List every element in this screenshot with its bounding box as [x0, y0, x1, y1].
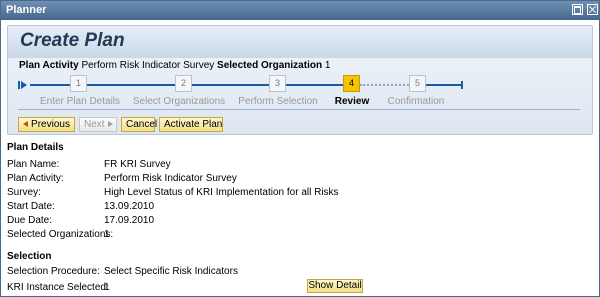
cancel-button[interactable]: Cancel — [121, 117, 157, 132]
plan-name-value: FR KRI Survey — [104, 159, 171, 170]
start-date-label: Start Date: — [7, 201, 55, 212]
roadmap: 1 2 3 4 5 Enter Plan Details Select Orga… — [8, 72, 592, 107]
next-button: Next — [79, 117, 117, 132]
wizard-panel: Create Plan Plan Activity Perform Risk I… — [7, 25, 593, 135]
activity-line: Plan Activity Perform Risk Indicator Sur… — [19, 60, 330, 71]
roadmap-line — [192, 84, 269, 86]
roadmap-label-confirmation: Confirmation — [387, 96, 445, 107]
roadmap-step-2[interactable]: 2 — [175, 75, 192, 92]
roadmap-step-4[interactable]: 4 — [343, 75, 360, 92]
window-title: Planner — [6, 4, 47, 16]
header-band: Create Plan — [8, 26, 592, 58]
plan-activity-label: Plan Activity — [19, 60, 79, 71]
planner-window: Planner Create Plan Plan Activity Perfor… — [0, 0, 600, 297]
roadmap-step-1[interactable]: 1 — [70, 75, 87, 92]
roadmap-label-perform-selection[interactable]: Perform Selection — [238, 96, 317, 107]
plan-details-heading: Plan Details — [7, 142, 64, 153]
start-date-value: 13.09.2010 — [104, 201, 155, 212]
show-detail-button[interactable]: Show Detail — [307, 279, 363, 293]
roadmap-step-3[interactable]: 3 — [269, 75, 286, 92]
due-date-label: Due Date: — [7, 215, 53, 226]
roadmap-label-enter-plan-details[interactable]: Enter Plan Details — [40, 96, 120, 107]
survey-value: High Level Status of KRI Implementation … — [104, 187, 339, 198]
kri-instance-value: 1 — [104, 282, 110, 293]
close-icon[interactable] — [587, 4, 598, 15]
roadmap-label-review[interactable]: Review — [335, 96, 369, 107]
roadmap-line — [87, 84, 175, 86]
previous-button[interactable]: Previous — [18, 117, 75, 132]
arrow-left-icon — [23, 121, 29, 127]
selection-procedure-value: Select Specific Risk Indicators — [104, 266, 238, 277]
survey-label: Survey: — [7, 187, 41, 198]
previous-label: Previous — [31, 119, 70, 130]
selection-heading: Selection — [7, 251, 52, 262]
selected-org-value: 1 — [324, 60, 331, 71]
roadmap-line — [30, 84, 70, 86]
page-title: Create Plan — [20, 30, 125, 51]
kri-instance-label: KRI Instance Selected: — [7, 282, 109, 293]
plan-name-label: Plan Name: — [7, 159, 60, 170]
selection-procedure-label: Selection Procedure: — [7, 266, 100, 277]
roadmap-line — [286, 84, 343, 86]
roadmap-start-icon — [18, 81, 28, 89]
roadmap-step-5: 5 — [409, 75, 426, 92]
plan-activity-label: Plan Activity: — [7, 173, 64, 184]
roadmap-label-select-organizations[interactable]: Select Organizations — [133, 96, 225, 107]
plan-activity-value: Perform Risk Indicator Survey — [81, 60, 215, 71]
roadmap-line — [426, 84, 456, 86]
roadmap-end-icon — [454, 81, 464, 89]
selected-organizations-value: 1 — [104, 229, 110, 240]
roadmap-line — [360, 84, 409, 86]
arrow-right-icon — [107, 121, 113, 127]
due-date-value: 17.09.2010 — [104, 215, 155, 226]
next-label: Next — [84, 119, 105, 130]
divider — [18, 109, 580, 110]
selected-organizations-label: Selected Organizations: — [7, 229, 114, 240]
plan-activity-value: Perform Risk Indicator Survey — [104, 173, 237, 184]
activate-plan-button[interactable]: Activate Plan — [159, 117, 223, 132]
title-bar: Planner — [1, 1, 599, 20]
selected-org-label: Selected Organization — [217, 60, 323, 71]
maximize-icon[interactable] — [572, 4, 583, 15]
